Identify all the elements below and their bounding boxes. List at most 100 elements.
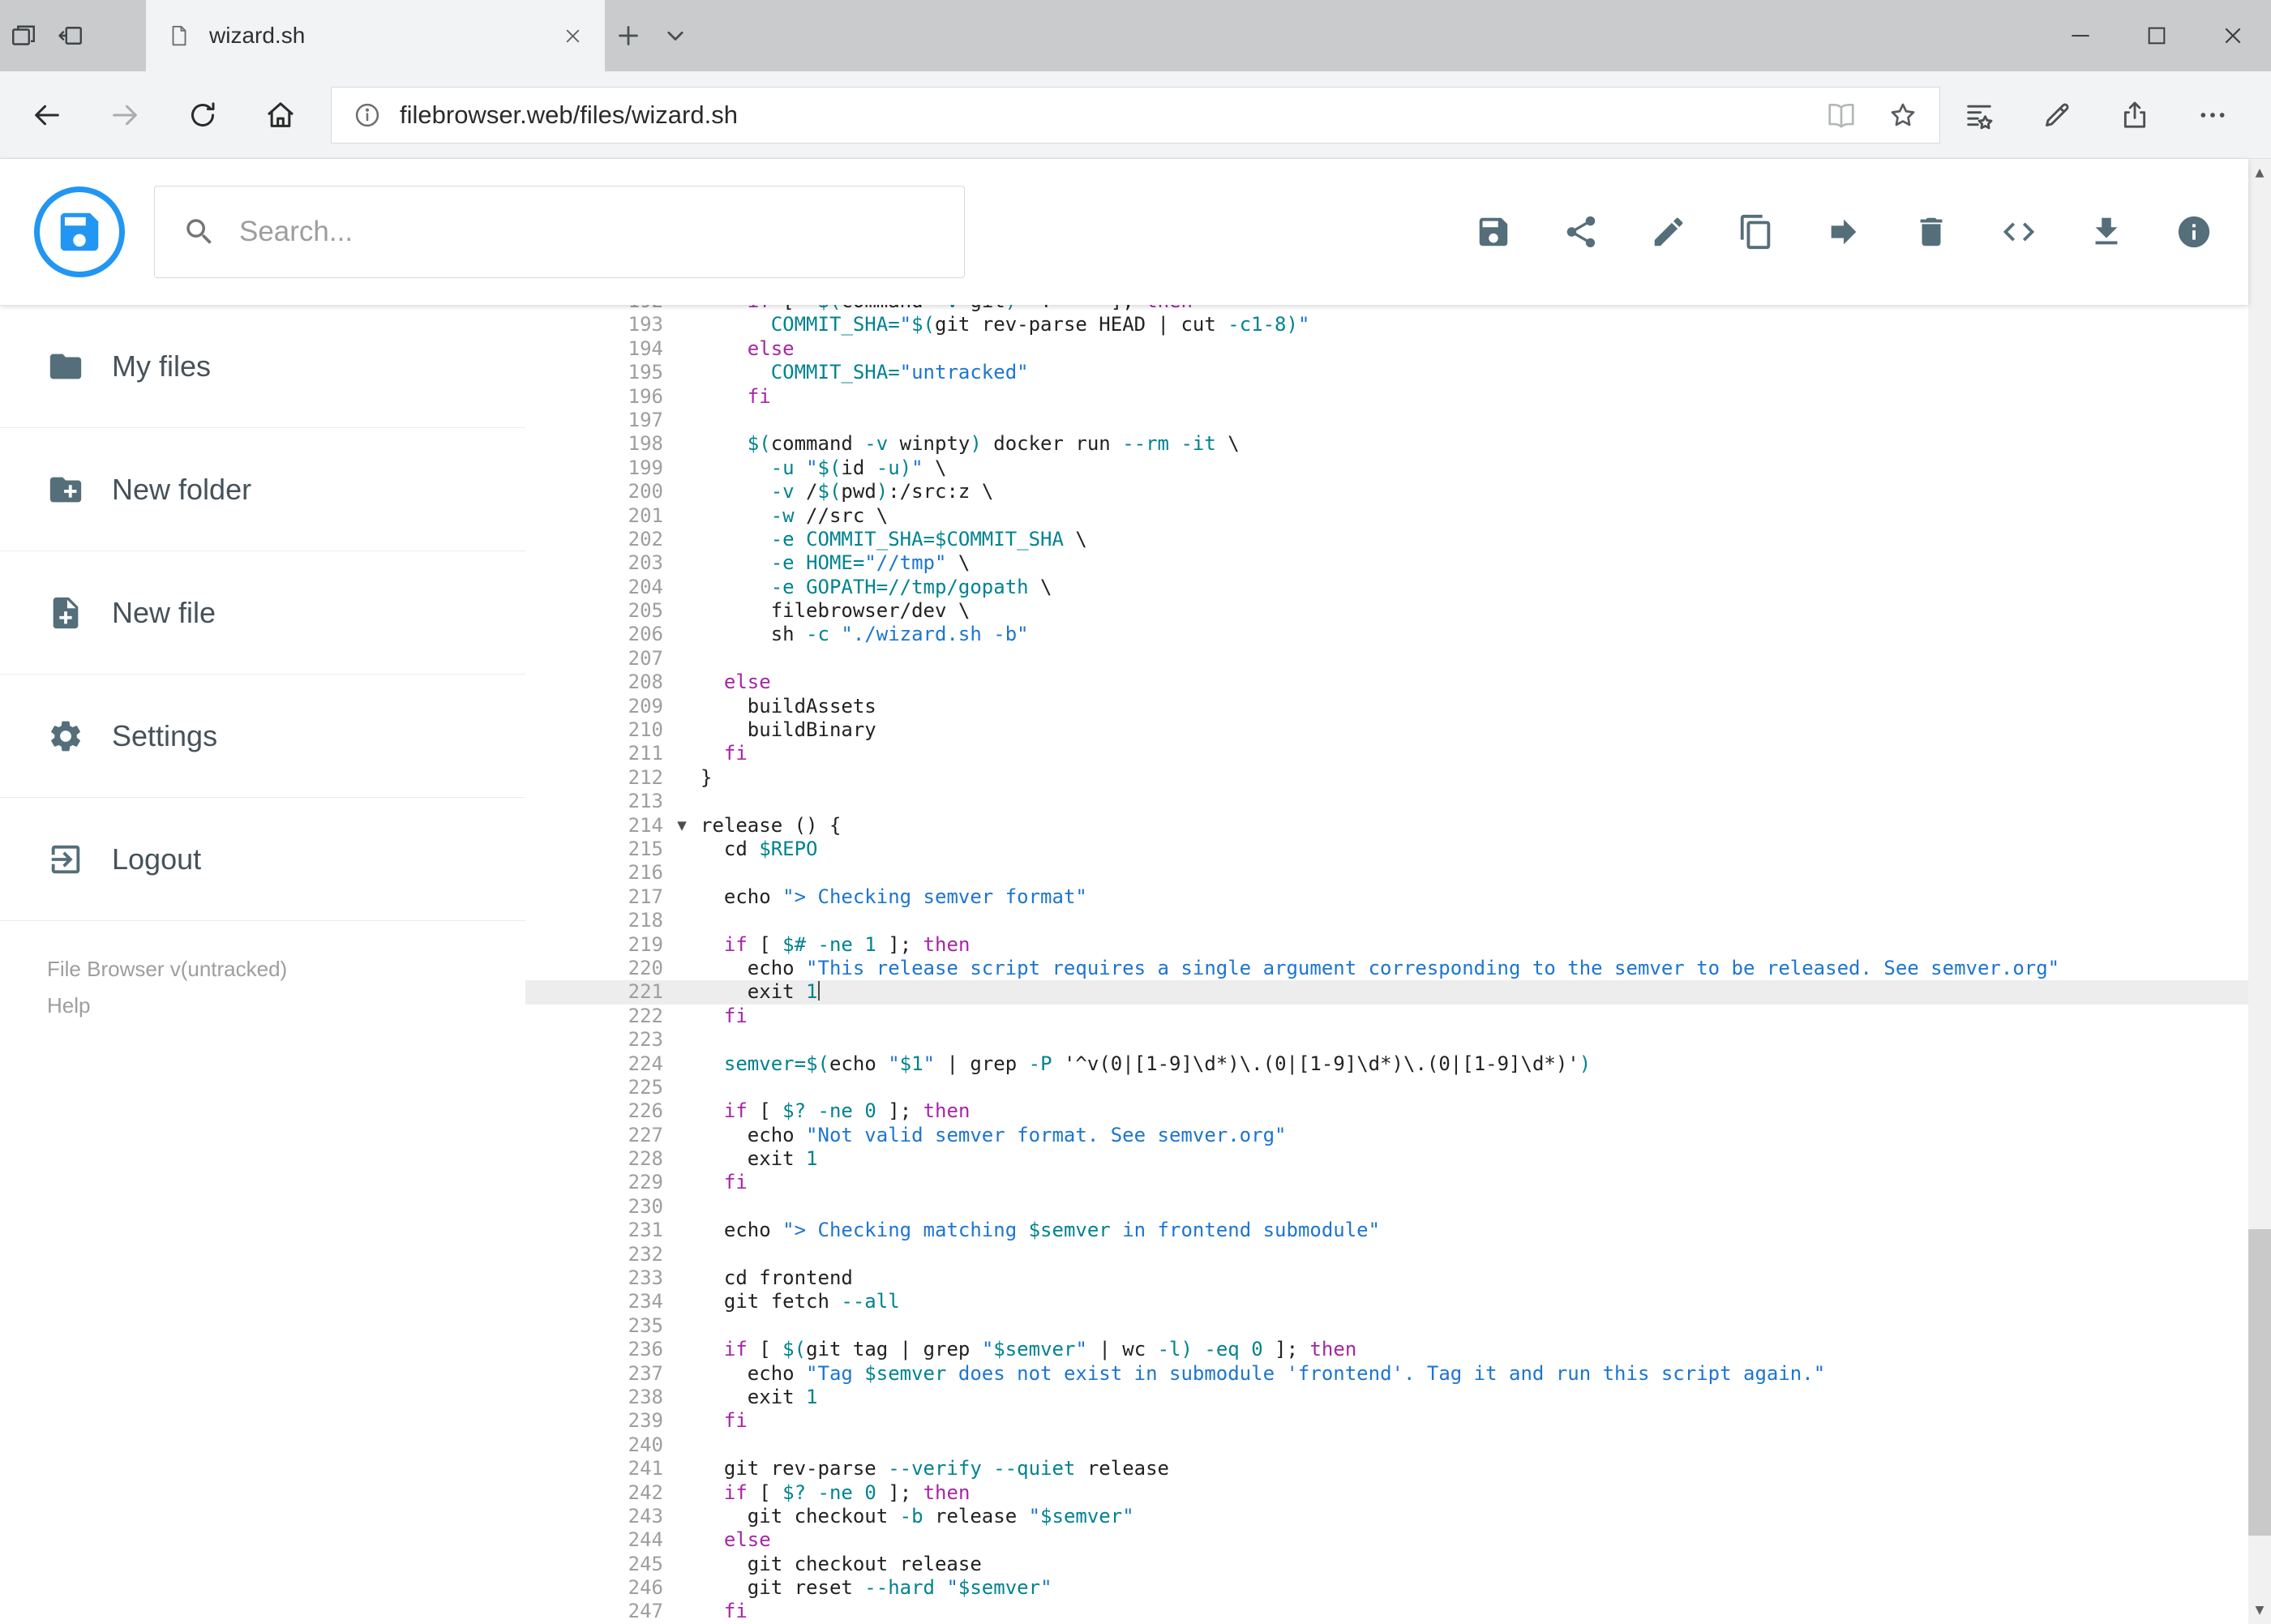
add-favorite-star-icon[interactable] — [1888, 100, 1918, 131]
code-line[interactable]: 211 fi — [525, 742, 2248, 765]
code-line[interactable]: 206 sh -c "./wizard.sh -b" — [525, 623, 2248, 646]
set-tabs-aside-icon[interactable] — [47, 0, 94, 71]
site-info-icon[interactable] — [353, 101, 382, 130]
code-line[interactable]: 192 if [ "$(command -v git)" != "" ]; th… — [525, 305, 2248, 313]
sidebar-item-logout[interactable]: Logout — [0, 798, 525, 921]
delete-button[interactable] — [1913, 213, 1950, 251]
move-button[interactable] — [1825, 213, 1862, 251]
search-input[interactable] — [239, 216, 936, 248]
share-button[interactable] — [1562, 213, 1600, 251]
scrollbar-thumb[interactable] — [2248, 1229, 2271, 1536]
tab-close-icon[interactable] — [562, 25, 584, 47]
code-line[interactable]: 240 — [525, 1433, 2248, 1457]
code-line[interactable]: 242 if [ $? -ne 0 ]; then — [525, 1481, 2248, 1505]
code-line[interactable]: 226 if [ $? -ne 0 ]; then — [525, 1099, 2248, 1123]
code-line[interactable]: 200 -v /$(pwd):/src:z \ — [525, 480, 2248, 503]
more-options-icon[interactable] — [2174, 71, 2252, 158]
rename-button[interactable] — [1650, 213, 1687, 251]
code-line[interactable]: 219 if [ $# -ne 1 ]; then — [525, 933, 2248, 957]
code-line[interactable]: 193 COMMIT_SHA="$(git rev-parse HEAD | c… — [525, 313, 2248, 336]
code-line[interactable]: 203 -e HOME="//tmp" \ — [525, 551, 2248, 575]
minimize-button[interactable] — [2042, 0, 2119, 71]
code-line[interactable]: 235 — [525, 1314, 2248, 1338]
code-line[interactable]: 232 — [525, 1243, 2248, 1266]
code-line[interactable]: 197 — [525, 409, 2248, 432]
code-line[interactable]: 207 — [525, 647, 2248, 671]
scrollbar-up-arrow-icon[interactable]: ▲ — [2248, 161, 2271, 185]
code-line[interactable]: 209 buildAssets — [525, 695, 2248, 718]
code-line[interactable]: 216 — [525, 861, 2248, 885]
share-page-icon[interactable] — [2096, 71, 2174, 158]
web-note-pen-icon[interactable] — [2018, 71, 2096, 158]
code-line[interactable]: 238 exit 1 — [525, 1386, 2248, 1409]
code-line[interactable]: 213 — [525, 790, 2248, 813]
refresh-button[interactable] — [164, 71, 242, 158]
code-line[interactable]: 208 else — [525, 671, 2248, 694]
code-line[interactable]: 247 fi — [525, 1600, 2248, 1623]
code-line[interactable]: 212} — [525, 766, 2248, 790]
code-line[interactable]: 218 — [525, 909, 2248, 932]
page-scrollbar[interactable]: ▲ ▼ — [2248, 159, 2271, 1624]
code-line[interactable]: 241 git rev-parse --verify --quiet relea… — [525, 1457, 2248, 1480]
address-bar[interactable]: filebrowser.web/files/wizard.sh — [331, 86, 1940, 144]
code-line[interactable]: 195 COMMIT_SHA="untracked" — [525, 361, 2248, 384]
code-line[interactable]: 198 $(command -v winpty) docker run --rm… — [525, 432, 2248, 456]
code-line[interactable]: 196 fi — [525, 385, 2248, 409]
code-editor[interactable]: 192 if [ "$(command -v git)" != "" ]; th… — [525, 305, 2248, 1624]
maximize-button[interactable] — [2119, 0, 2195, 71]
tabs-preview-icon[interactable] — [0, 0, 47, 71]
new-tab-button[interactable] — [605, 0, 652, 71]
code-line[interactable]: 215 cd $REPO — [525, 838, 2248, 861]
sidebar-item-new-folder[interactable]: New folder — [0, 428, 525, 551]
sidebar-item-new-file[interactable]: New file — [0, 551, 525, 675]
sidebar-item-settings[interactable]: Settings — [0, 675, 525, 798]
code-line[interactable]: 205 filebrowser/dev \ — [525, 599, 2248, 623]
save-button[interactable] — [1475, 213, 1512, 251]
code-line[interactable]: 227 echo "Not valid semver format. See s… — [525, 1124, 2248, 1147]
forward-button[interactable] — [86, 71, 164, 158]
code-line[interactable]: 231 echo "> Checking matching $semver in… — [525, 1219, 2248, 1242]
code-line[interactable]: 224 semver=$(echo "$1" | grep -P '^v(0|[… — [525, 1052, 2248, 1076]
close-button[interactable] — [2195, 0, 2271, 71]
raw-code-button[interactable] — [2000, 213, 2037, 251]
code-line[interactable]: 237 echo "Tag $semver does not exist in … — [525, 1362, 2248, 1386]
code-line[interactable]: 214 ▼ release () { — [525, 814, 2248, 838]
code-line[interactable]: 234 git fetch --all — [525, 1290, 2248, 1313]
code-line[interactable]: 244 else — [525, 1528, 2248, 1552]
tab-list-chevron-icon[interactable] — [652, 0, 699, 71]
code-line[interactable]: 199 -u "$(id -u)" \ — [525, 456, 2248, 480]
tab-wizard-sh[interactable]: wizard.sh — [146, 0, 605, 71]
copy-button[interactable] — [1738, 213, 1775, 251]
home-button[interactable] — [242, 71, 319, 158]
code-line[interactable]: 222 fi — [525, 1005, 2248, 1028]
code-line[interactable]: 236 if [ $(git tag | grep "$semver" | wc… — [525, 1338, 2248, 1361]
scrollbar-down-arrow-icon[interactable]: ▼ — [2248, 1598, 2271, 1622]
code-line[interactable]: 246 git reset --hard "$semver" — [525, 1576, 2248, 1600]
sidebar-item-my-files[interactable]: My files — [0, 305, 525, 428]
info-button[interactable] — [2175, 213, 2213, 251]
code-line[interactable]: 210 buildBinary — [525, 718, 2248, 742]
code-line[interactable]: 217 echo "> Checking semver format" — [525, 885, 2248, 909]
code-line[interactable]: 233 cd frontend — [525, 1266, 2248, 1290]
code-line[interactable]: 239 fi — [525, 1409, 2248, 1433]
code-line[interactable]: 194 else — [525, 337, 2248, 361]
code-line[interactable]: 243 git checkout -b release "$semver" — [525, 1505, 2248, 1528]
search-box[interactable] — [154, 186, 965, 278]
back-button[interactable] — [8, 71, 86, 158]
code-line[interactable]: 221 exit 1 — [525, 980, 2248, 1005]
code-line[interactable]: 230 — [525, 1195, 2248, 1219]
code-line[interactable]: 202 -e COMMIT_SHA=$COMMIT_SHA \ — [525, 528, 2248, 551]
hub-favorites-icon[interactable] — [1940, 71, 2018, 158]
code-line[interactable]: 204 -e GOPATH=//tmp/gopath \ — [525, 576, 2248, 599]
download-button[interactable] — [2088, 213, 2125, 251]
code-line[interactable]: 228 exit 1 — [525, 1147, 2248, 1171]
code-line[interactable]: 223 — [525, 1028, 2248, 1052]
code-line[interactable]: 201 -w //src \ — [525, 504, 2248, 528]
code-line[interactable]: 229 fi — [525, 1171, 2248, 1194]
fold-marker-icon[interactable]: ▼ — [663, 814, 701, 838]
help-link[interactable]: Help — [47, 993, 90, 1018]
reading-view-icon[interactable] — [1826, 100, 1857, 131]
code-line[interactable]: 220 echo "This release script requires a… — [525, 957, 2248, 980]
code-line[interactable]: 245 git checkout release — [525, 1553, 2248, 1576]
code-line[interactable]: 225 — [525, 1076, 2248, 1099]
